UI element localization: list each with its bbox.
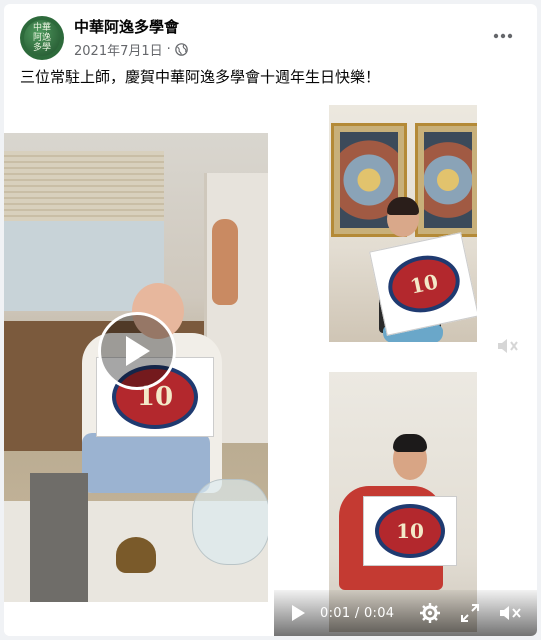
volume-mute-icon (500, 606, 521, 620)
post-meta: 2021年7月1日 · (74, 40, 188, 59)
meta-separator: · (166, 42, 171, 57)
expand-icon (461, 604, 479, 622)
globe-icon[interactable] (174, 43, 188, 56)
play-icon (126, 336, 150, 366)
more-horizontal-icon (493, 33, 513, 39)
page-avatar[interactable]: 中華 阿逸 多學 (20, 16, 64, 60)
post-message: 三位常駐上師，慶賀中華阿逸多學會十週年生日快樂！ (20, 68, 381, 86)
post-date-link[interactable]: 2021年7月1日 (74, 40, 163, 59)
post-media[interactable]: 10 10 10 0:01 / 0:04 (4, 100, 537, 636)
butter-lamp (116, 537, 156, 573)
sign-emblem: 10 (382, 249, 466, 319)
window-blinds (4, 151, 164, 221)
sign-number: 10 (396, 519, 424, 543)
page-name-link[interactable]: 中華阿逸多學會 (74, 16, 179, 37)
hand-artwork (212, 219, 238, 305)
sign-emblem: 10 (375, 504, 445, 558)
knife-block (30, 473, 88, 602)
person-legs (82, 433, 210, 493)
anniversary-sign: 10 (363, 496, 457, 566)
person-hair (387, 197, 419, 215)
sign-number: 10 (407, 269, 441, 299)
more-options-button[interactable] (489, 26, 517, 46)
mute-button[interactable] (498, 601, 524, 625)
person-hair (393, 434, 427, 452)
current-time: 0:01 (320, 605, 351, 621)
time-separator: / (354, 605, 360, 621)
volume-mute-icon (498, 339, 518, 353)
post-card: 中華 阿逸 多學 中華阿逸多學會 2021年7月1日 · 三位常駐上師，慶賀中華阿逸… (4, 4, 537, 636)
settings-button[interactable] (418, 601, 442, 625)
video-frame-top-right[interactable]: 10 (329, 105, 477, 342)
glass-bowl (192, 479, 268, 565)
side-mute-button[interactable] (494, 332, 522, 360)
fullscreen-button[interactable] (458, 601, 482, 625)
video-controls: 0:01 / 0:04 (274, 590, 537, 636)
duration: 0:04 (363, 605, 395, 621)
video-time: 0:01 / 0:04 (320, 606, 394, 621)
avatar-logo: 中華 阿逸 多學 (24, 20, 60, 56)
anniversary-sign: 10 (369, 232, 477, 336)
play-video-button[interactable] (98, 312, 176, 390)
thangka-painting (415, 123, 477, 237)
gear-icon (420, 603, 440, 623)
play-button[interactable] (286, 601, 310, 625)
play-icon (292, 605, 305, 621)
